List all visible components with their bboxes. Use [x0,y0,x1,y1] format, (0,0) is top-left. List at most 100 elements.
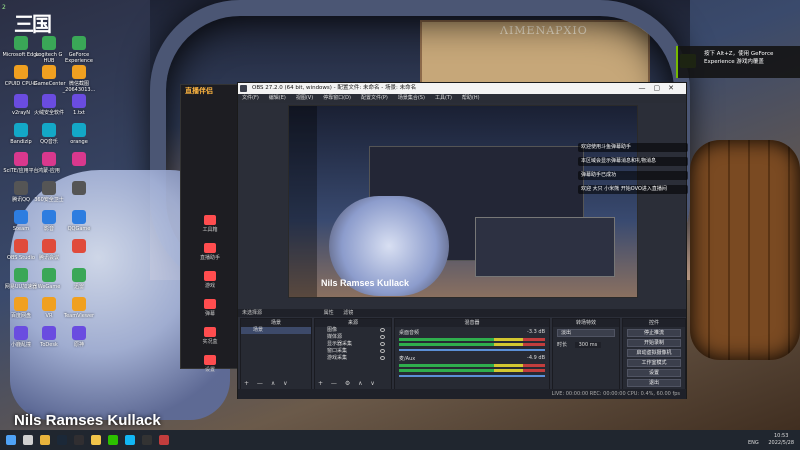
control-button[interactable]: 开始录制 [627,339,681,347]
live-assistant-item[interactable]: 弹幕 [181,299,239,317]
scene-item[interactable]: 场景 [241,327,311,334]
app-icon [42,326,56,340]
desktop-icon[interactable]: 迅雷 [60,268,98,297]
control-button[interactable]: 退出 [627,379,681,387]
geforce-toast[interactable]: 按下 Alt+Z，使用 GeForce Experience 游戏内覆盖 [676,46,800,78]
menu-item[interactable]: 编辑(E) [269,94,286,103]
mixer-channel-mic[interactable]: 麦/Aux -4.9 dB [395,353,549,379]
assistant-item-label: 游戏 [204,283,215,289]
duration-input[interactable]: 300 ms [574,342,602,348]
desktop-icon[interactable]: TeamViewer [60,297,98,326]
menu-item[interactable]: 视图(V) [296,94,313,103]
transitions-dock[interactable]: 转场特效 淡出 时长 300 ms [552,318,620,390]
obs-window[interactable]: OBS 27.2.0 (64 bit, windows) - 配置文件: 未命名… [237,82,688,399]
desktop-icon-label: 微信截图_20643013... [62,81,96,93]
desktop-icon[interactable]: orange [60,123,98,152]
game-icon[interactable] [159,435,169,445]
qq-icon[interactable] [125,435,135,445]
obs-menu-bar[interactable]: 文件(F) 编辑(E) 视图(V) 停靠窗口(D) 配置文件(P) 场景集合(S) 工具(T… [238,94,686,103]
source-item[interactable]: 显示器采集 [315,341,391,348]
steam-icon[interactable] [57,435,67,445]
live-assistant-window[interactable]: 工具箱直播助手游戏弹幕实况盒设置 [180,84,240,373]
source-item[interactable]: 游戏采集 [315,355,391,362]
volume-meter [399,338,545,341]
sources-dock[interactable]: 来源 图像 媒体源 显示器采集 窗口采集 游戏采集 + — ⚙ ∧ ∨ [314,318,392,390]
source-label: 窗口采集 [327,348,348,354]
source-item[interactable]: 媒体源 [315,334,391,341]
controls-dock[interactable]: 控件 停止推流 开始录制 启动虚拟摄像机 工作室模式 设置 退出 [622,318,686,390]
desktop-icon[interactable] [60,239,98,268]
volume-slider[interactable] [399,349,545,351]
live-assistant-item[interactable]: 设置 [181,355,239,373]
live-assistant-item[interactable]: 实况盒 [181,327,239,345]
desktop-icon[interactable] [60,181,98,210]
menu-item[interactable]: 配置文件(P) [361,94,388,103]
assistant-item-icon [204,271,216,281]
window-controls[interactable]: —▢✕ [639,84,682,92]
scenes-dock[interactable]: 场景 场景 + — ∧ ∨ [240,318,312,390]
windows-icon[interactable] [6,435,16,445]
menu-item[interactable]: 工具(T) [435,94,452,103]
source-controls[interactable]: + — ⚙ ∧ ∨ [318,380,378,387]
live-assistant-item[interactable]: 工具箱 [181,215,239,233]
system-tray[interactable]: ENG 10:53 2022/5/28 [748,433,794,447]
source-item[interactable]: 窗口采集 [315,348,391,355]
source-label: 游戏采集 [327,355,348,361]
volume-slider[interactable] [399,375,545,377]
app-icon [14,210,28,224]
terminal-icon[interactable] [142,435,152,445]
chrome-icon[interactable] [40,435,50,445]
control-button[interactable]: 工作室模式 [627,359,681,367]
taskbar[interactable]: ENG 10:53 2022/5/28 [0,430,800,450]
obs-app-icon [240,85,247,92]
source-label: 媒体源 [327,334,343,340]
visibility-icon[interactable] [380,335,385,339]
source-item[interactable]: 图像 [315,327,391,334]
wallpaper-barrel [690,140,800,360]
audio-mixer-dock[interactable]: 混音器 桌面音频 -3.3 dB 麦/Aux -4.9 dB [394,318,550,390]
wechat-icon[interactable] [108,435,118,445]
search-icon[interactable] [23,435,33,445]
menu-item[interactable]: 场景集合(S) [398,94,425,103]
mixer-channel-desktop[interactable]: 桌面音频 -3.3 dB [395,327,549,353]
app-icon [14,239,28,253]
visibility-icon[interactable] [380,349,385,353]
live-assistant-item[interactable]: 直播助手 [181,243,239,261]
sources-dock-title: 来源 [315,319,391,327]
menu-item[interactable]: 帮助(H) [462,94,480,103]
visibility-icon[interactable] [380,356,385,360]
clock-date[interactable]: 2022/5/28 [768,440,794,446]
obs-icon[interactable] [74,435,84,445]
desktop-icon[interactable]: 1.txt [60,94,98,123]
filters-button[interactable]: 滤镜 [343,310,353,316]
control-button[interactable]: 启动虚拟摄像机 [627,349,681,357]
clock-time[interactable]: 10:53 [774,433,788,439]
mixer-dock-title: 混音器 [395,319,549,327]
scene-controls[interactable]: + — ∧ ∨ [244,380,291,387]
live-assistant-item[interactable]: 游戏 [181,271,239,289]
desktop-icon[interactable]: 原神 [60,326,98,355]
control-button[interactable]: 设置 [627,369,681,377]
source-label: 显示器采集 [327,341,353,347]
desktop-icon[interactable]: QQGame [60,210,98,239]
app-icon [72,36,86,50]
control-button[interactable]: 停止推流 [627,329,681,337]
app-icon [14,326,28,340]
transition-select[interactable]: 淡出 [557,329,615,337]
visibility-icon[interactable] [380,328,385,332]
input-language[interactable]: ENG [748,440,759,446]
menu-item[interactable]: 文件(F) [242,94,259,103]
properties-button[interactable]: 属性 [324,310,334,316]
menu-item[interactable]: 停靠窗口(D) [323,94,351,103]
desktop-icon[interactable]: 微信截图_20643013... [60,65,98,94]
transitions-dock-title: 转场特效 [553,319,619,327]
volume-meter [399,369,545,372]
app-icon [72,152,86,166]
folder-icon[interactable] [91,435,101,445]
app-icon [42,94,56,108]
desktop-icon[interactable] [60,152,98,181]
app-icon [72,297,86,311]
visibility-icon[interactable] [380,342,385,346]
source-toolbar[interactable]: 未选择源 属性 滤镜 [238,309,686,317]
desktop-icon[interactable]: GeForce Experience [60,36,98,65]
